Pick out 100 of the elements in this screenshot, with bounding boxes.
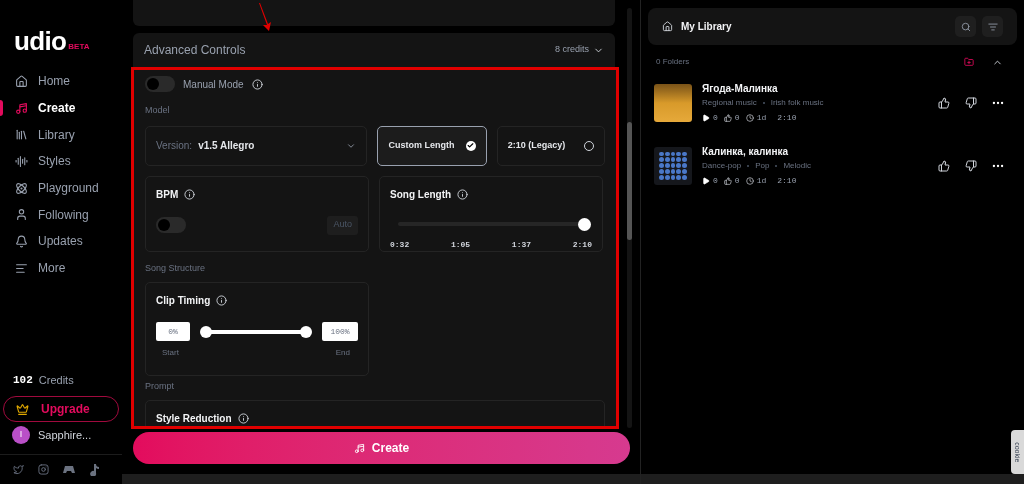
thumbs-up-icon (723, 114, 732, 122)
menu-icon (15, 261, 28, 275)
genre-tag[interactable]: Dance-pop (702, 160, 742, 172)
end-label: End (335, 347, 351, 359)
bell-icon (15, 234, 28, 248)
home-icon (15, 74, 28, 88)
person-icon (15, 208, 28, 222)
like-count: 0 (734, 175, 740, 187)
info-icon (237, 412, 249, 424)
credits-label: Credits (38, 372, 74, 388)
end-field[interactable]: 100% (322, 322, 358, 341)
search-icon (960, 21, 971, 32)
camera-icon[interactable] (38, 464, 49, 475)
folder-plus-icon[interactable] (964, 57, 974, 67)
search-button[interactable] (955, 16, 976, 37)
range-thumb[interactable] (200, 325, 212, 338)
song-age: 1d (756, 112, 767, 124)
gamepad-icon[interactable] (63, 465, 75, 474)
filter-icon (987, 21, 998, 32)
card-title: Song Length (390, 187, 452, 202)
song-title[interactable]: Калинка, калинка (702, 144, 938, 159)
user-avatar[interactable]: I (12, 426, 30, 444)
credit-cost: 8 credits (555, 43, 589, 57)
create-button[interactable]: Create (133, 432, 630, 464)
folders-count: 0 Folders (656, 56, 691, 68)
slider-thumb[interactable] (577, 217, 591, 231)
thumbs-up-icon[interactable] (938, 96, 950, 109)
nav-link[interactable]: Following (38, 205, 89, 224)
song-title[interactable]: Ягода-Малинка (702, 81, 938, 96)
info-icon (251, 78, 263, 90)
nav-link[interactable]: More (38, 259, 66, 278)
manual-mode-toggle[interactable] (145, 76, 175, 92)
thumbs-up-icon[interactable] (938, 159, 950, 172)
library-title: My Library (681, 20, 733, 34)
annotation-arrow (258, 3, 272, 31)
model-label: Model (145, 104, 171, 117)
thumbs-up-icon (723, 177, 732, 185)
thumbs-down-icon[interactable] (965, 96, 977, 109)
genre-tag[interactable]: Regional music (702, 97, 757, 109)
info-icon (216, 295, 228, 306)
song-duration: 2:10 (777, 175, 797, 187)
start-label: Start (162, 347, 179, 359)
note-icon[interactable] (89, 463, 99, 476)
card-title: BPM (156, 187, 179, 202)
like-count: 0 (734, 112, 740, 124)
card-title: Style Reduction (156, 411, 232, 426)
card-title: Clip Timing (156, 294, 211, 308)
tick-label: 1:05 (450, 238, 471, 251)
genre-tag[interactable]: Melodic (783, 160, 811, 172)
manual-mode-label: Manual Mode (183, 77, 244, 92)
genre-tag[interactable]: Irish folk music (770, 97, 824, 109)
clock-icon (745, 177, 754, 185)
atom-icon (15, 181, 28, 195)
logo-wordmark[interactable]: udio (14, 28, 67, 54)
info-icon (457, 188, 469, 200)
books-icon (15, 128, 28, 142)
nav-link[interactable]: Updates (38, 232, 83, 251)
clock-icon (745, 114, 754, 122)
range-slider[interactable] (200, 325, 312, 338)
version-dropdown[interactable]: Version: v1.5 Allegro (145, 125, 368, 166)
nav-link[interactable]: Playground (38, 179, 99, 198)
tick-label: 0:32 (390, 238, 410, 251)
play-icon (702, 114, 710, 122)
music-note-icon (15, 101, 28, 115)
filter-button[interactable] (982, 16, 1003, 37)
length-option[interactable]: Custom Length (377, 125, 487, 166)
tick-label: 2:10 (572, 238, 592, 251)
bpm-toggle[interactable] (156, 217, 186, 233)
section-title[interactable]: Advanced Controls (144, 41, 246, 59)
section-label: Song Structure (145, 261, 207, 275)
album-cover[interactable] (654, 83, 692, 122)
tick-label: 1:37 (511, 238, 532, 251)
credits-count: 102 (13, 372, 33, 388)
thumbs-down-icon[interactable] (965, 159, 977, 172)
play-count: 0 (713, 112, 718, 124)
version-label: Version: (156, 139, 193, 153)
play-icon (702, 177, 710, 185)
album-cover[interactable] (654, 146, 692, 185)
info-icon (184, 188, 196, 200)
check-circle-icon (465, 140, 476, 151)
genre-tag[interactable]: Pop (755, 160, 770, 172)
crown-icon (16, 402, 29, 416)
length-option[interactable]: 2:10 (Legacy) (496, 125, 605, 166)
play-count: 0 (713, 175, 718, 187)
music-note-icon (353, 442, 365, 454)
nav-link[interactable]: Create (38, 99, 76, 118)
waveform-icon (15, 154, 28, 168)
home-icon (662, 21, 673, 32)
nav-link[interactable]: Library (38, 125, 75, 144)
nav-link[interactable]: Home (38, 72, 70, 91)
song-age: 1d (756, 175, 767, 187)
user-name[interactable]: Sapphire... (38, 426, 92, 444)
scrollbar[interactable] (627, 8, 632, 428)
nav-link[interactable]: Styles (38, 152, 71, 171)
start-field[interactable]: 0% (156, 322, 190, 341)
section-label: Prompt (145, 380, 175, 393)
range-thumb[interactable] (300, 325, 312, 338)
beta-label: BETA (68, 41, 90, 53)
version-value: v1.5 Allegro (198, 139, 256, 153)
song-duration: 2:10 (777, 112, 797, 124)
